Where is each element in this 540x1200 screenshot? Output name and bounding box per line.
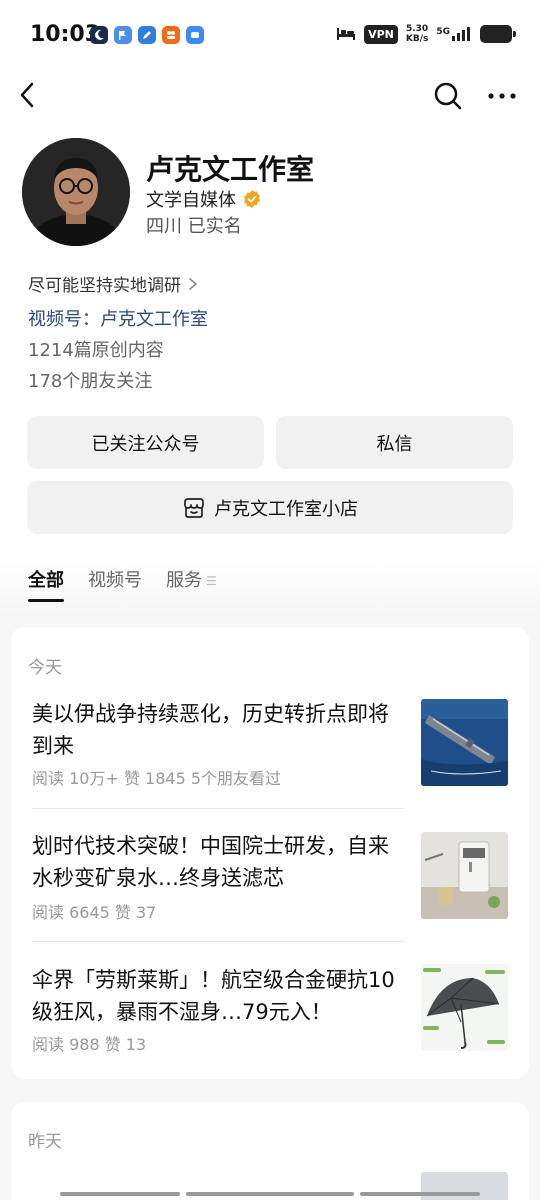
tab-all[interactable]: 全部 (28, 566, 64, 602)
back-button[interactable] (14, 80, 44, 110)
chevron-left-icon (20, 82, 34, 108)
message-button[interactable]: 私信 (276, 416, 513, 469)
tab-video[interactable]: 视频号 (88, 566, 142, 598)
today-article-group: 今天 美以伊战争持续恶化，历史转折点即将到来 阅读 10万+ 赞 1845 5个… (11, 627, 529, 1079)
article-title: 伞界「劳斯莱斯」！航空级合金硬抗10级狂风，暴雨不湿身…79元入！ (32, 968, 395, 1024)
moon-app-icon (90, 26, 108, 44)
status-indicators: VPN 5.30 KB/s 5G (336, 24, 516, 44)
shop-icon (184, 497, 204, 518)
pen-app-icon (138, 26, 156, 44)
flag-app-icon (114, 26, 132, 44)
chat-app-icon (186, 26, 204, 44)
verified-badge-icon (244, 190, 260, 208)
shop-button[interactable]: 卢克文工作室小店 (27, 481, 513, 534)
verification-row[interactable]: 文学自媒体 (146, 186, 262, 212)
friends-following[interactable]: 178个朋友关注 (28, 367, 152, 393)
article-meta: 阅读 988 赞 13 (32, 1035, 147, 1054)
chevron-right-icon (189, 277, 198, 290)
article-thumbnail-umbrella (421, 964, 508, 1051)
net-speed: 5.30 KB/s (405, 24, 429, 44)
battery-icon (480, 25, 516, 43)
original-count: 1214篇原创内容 (28, 340, 164, 361)
more-dots-icon (488, 93, 516, 99)
article-title: 美以伊战争持续恶化，历史转折点即将到来 (32, 702, 389, 758)
gesture-bar (360, 1192, 480, 1196)
avatar[interactable] (22, 138, 130, 246)
bio-text: 尽可能坚持实地调研 (28, 276, 181, 296)
tab-services[interactable]: 服务 ☰ (166, 566, 217, 598)
status-app-icons (90, 26, 204, 44)
menu-icon: ☰ (206, 574, 217, 588)
tab-services-label: 服务 (166, 570, 202, 591)
article-title: 划时代技术突破！中国院士研发，自来水秒变矿泉水…终身送滤芯 (32, 834, 389, 890)
bio-row[interactable]: 尽可能坚持实地调研 (28, 271, 199, 296)
search-icon (434, 82, 462, 110)
yesterday-article-group: 昨天 (11, 1102, 529, 1200)
more-button[interactable] (486, 82, 518, 110)
article-meta: 阅读 10万+ 赞 1845 5个朋友看过 (32, 769, 282, 788)
location-text: 四川 已实名 (146, 216, 242, 237)
bed-icon (337, 28, 356, 40)
avatar-portrait (22, 138, 130, 246)
article-item[interactable]: 美以伊战争持续恶化，历史转折点即将到来 阅读 10万+ 赞 1845 5个朋友看… (32, 698, 510, 798)
article-thumbnail-carrier (421, 699, 508, 786)
signal-icon: 5G (436, 27, 472, 41)
vpn-badge: VPN (364, 24, 398, 44)
followed-button[interactable]: 已关注公众号 (27, 416, 264, 469)
gesture-bar (186, 1192, 354, 1196)
taobao-app-icon (162, 26, 180, 44)
account-name: 卢克文工作室 (146, 153, 315, 186)
video-channel-link[interactable]: 视频号：卢克文工作室 (28, 305, 208, 331)
verification-label: 文学自媒体 (146, 190, 236, 211)
status-bar: 10:03 VPN 5.30 KB/s 5G (0, 0, 540, 72)
day-label-yesterday: 昨天 (28, 1132, 62, 1152)
article-meta: 阅读 6645 赞 37 (32, 903, 157, 922)
content-tabs: 全部 视频号 服务 ☰ (28, 566, 217, 602)
day-label-today: 今天 (28, 658, 62, 678)
article-thumbnail-purifier (421, 832, 508, 919)
article-item[interactable]: 伞界「劳斯莱斯」！航空级合金硬抗10级狂风，暴雨不湿身…79元入！ 阅读 988… (32, 964, 510, 1064)
article-item[interactable]: 划时代技术突破！中国院士研发，自来水秒变矿泉水…终身送滤芯 阅读 6645 赞 … (32, 830, 510, 930)
gesture-bar (60, 1192, 180, 1196)
shop-label: 卢克文工作室小店 (214, 498, 358, 520)
search-button[interactable] (432, 80, 464, 112)
